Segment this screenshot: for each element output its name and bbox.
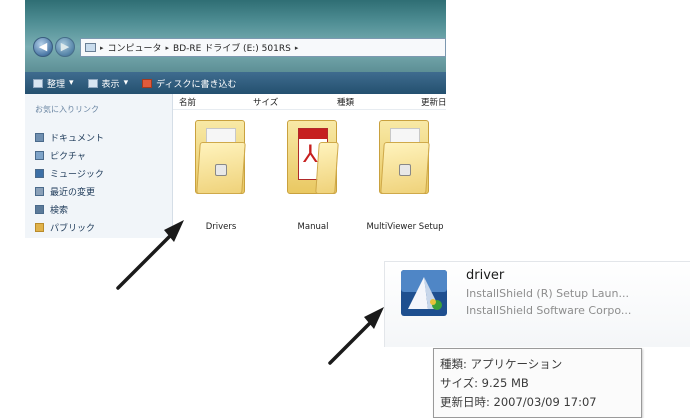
pdf-folder-icon: ⅄	[287, 116, 339, 194]
file-item-multiviewer-setup[interactable]: MultiViewer Setup	[365, 116, 445, 236]
burn-button[interactable]: ディスクに書き込む	[142, 77, 236, 90]
column-header-type[interactable]: 種類	[337, 96, 354, 108]
window-titlebar: ◀ ▶ ▸ コンピュータ ▸ BD-RE ドライブ (E:) 501RS ▸	[25, 0, 446, 72]
nav-item-recent[interactable]: 最近の変更	[35, 182, 104, 200]
column-header-size[interactable]: サイズ	[253, 96, 278, 108]
tooltip-modified: 更新日時: 2007/03/09 17:07	[440, 395, 597, 409]
chevron-right-icon: ▸	[100, 43, 104, 52]
disc-badge-icon	[215, 164, 227, 176]
views-button[interactable]: 表示 ▾	[87, 77, 129, 90]
chevron-right-icon: ▸	[165, 43, 170, 52]
nav-item-music[interactable]: ミュージック	[35, 164, 104, 182]
explorer-window: ◀ ▶ ▸ コンピュータ ▸ BD-RE ドライブ (E:) 501RS ▸ 整…	[25, 0, 446, 238]
file-name: MultiViewer Setup	[366, 222, 444, 232]
documents-icon	[35, 132, 44, 142]
file-list-pane: 名前 サイズ 種類 更新日 Drivers ⅄ Manual MultiView…	[173, 94, 446, 238]
organize-icon	[33, 78, 43, 88]
installshield-icon[interactable]	[400, 269, 448, 317]
views-icon	[87, 78, 98, 88]
folder-icon	[195, 116, 246, 194]
pointer-arrow-icon	[116, 220, 184, 290]
chevron-right-icon: ▸	[294, 43, 299, 52]
file-name: Manual	[297, 222, 329, 232]
file-item-manual[interactable]: ⅄ Manual	[273, 116, 353, 236]
chevron-down-icon: ▾	[69, 78, 74, 88]
disc-badge-icon	[399, 164, 411, 176]
computer-icon	[85, 43, 96, 52]
folder-icon	[379, 116, 430, 194]
nav-item-documents[interactable]: ドキュメント	[35, 128, 104, 146]
chevron-down-icon: ▾	[123, 78, 129, 88]
burn-label: ディスクに書き込む	[156, 79, 237, 90]
views-label: 表示	[101, 79, 120, 90]
file-detail-card: driver InstallShield (R) Setup Laun... I…	[384, 253, 690, 418]
command-bar: 整理 ▾ 表示 ▾ ディスクに書き込む	[25, 72, 446, 94]
breadcrumb-computer[interactable]: コンピュータ	[108, 41, 162, 54]
file-info-tooltip: 種類: アプリケーション サイズ: 9.25 MB 更新日時: 2007/03/…	[433, 348, 642, 418]
music-icon	[35, 168, 44, 178]
column-header-modified[interactable]: 更新日	[421, 96, 446, 108]
file-description: InstallShield (R) Setup Laun...	[466, 287, 629, 300]
acrobat-icon: ⅄	[303, 140, 318, 168]
column-header-name[interactable]: 名前	[179, 96, 196, 108]
nav-item-public[interactable]: パブリック	[35, 218, 104, 236]
search-icon	[35, 204, 44, 214]
address-bar[interactable]: ▸ コンピュータ ▸ BD-RE ドライブ (E:) 501RS ▸	[80, 38, 446, 57]
favorite-links-title: お気に入りリンク	[35, 105, 99, 114]
organize-button[interactable]: 整理 ▾	[33, 77, 74, 90]
file-name[interactable]: driver	[466, 268, 504, 283]
nav-item-search[interactable]: 検索	[35, 200, 104, 218]
forward-button[interactable]: ▶	[55, 37, 75, 57]
pictures-icon	[35, 150, 44, 160]
organize-label: 整理	[47, 79, 66, 90]
file-company: InstallShield Software Corpo...	[466, 304, 632, 317]
favorite-links-list: ドキュメント ピクチャ ミュージック 最近の変更 検索 パブリック	[35, 128, 104, 236]
column-headers: 名前 サイズ 種類 更新日	[173, 94, 446, 110]
back-button[interactable]: ◀	[33, 37, 53, 57]
recent-icon	[35, 186, 44, 196]
tooltip-type: 種類: アプリケーション	[440, 357, 563, 371]
burn-disc-icon	[142, 78, 153, 88]
public-folder-icon	[35, 222, 44, 232]
breadcrumb-drive[interactable]: BD-RE ドライブ (E:) 501RS	[173, 41, 291, 54]
nav-item-pictures[interactable]: ピクチャ	[35, 146, 104, 164]
tooltip-size: サイズ: 9.25 MB	[440, 376, 529, 390]
